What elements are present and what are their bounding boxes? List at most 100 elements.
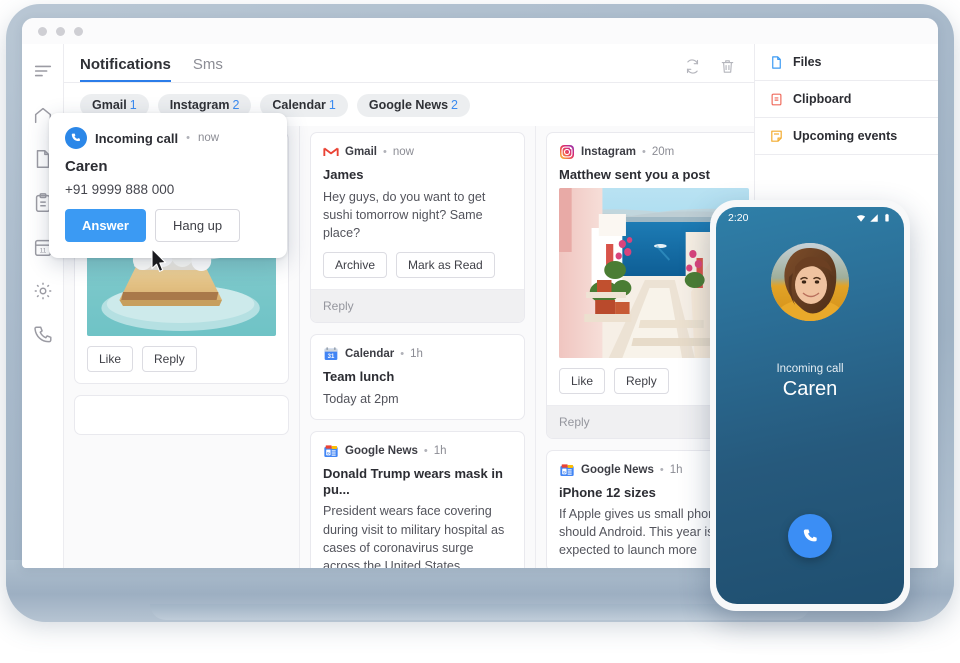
- notification-card[interactable]: 31 Calendar • 1h Team lunch Today at 2pm: [310, 334, 525, 420]
- call-kind-label: Incoming call: [95, 130, 179, 146]
- card-actions: Like Reply: [87, 345, 276, 372]
- reply-input[interactable]: Reply: [311, 289, 524, 323]
- mouse-cursor: [151, 248, 167, 272]
- card-title: Donald Trump wears mask in pu...: [323, 465, 503, 498]
- panel-item-files[interactable]: Files: [755, 44, 938, 81]
- chip-label: Instagram: [169, 98, 230, 113]
- card-title: Matthew sent you a post: [559, 167, 710, 183]
- status-time: 2:20: [728, 212, 749, 224]
- card-source: Instagram • 20m: [559, 144, 749, 160]
- notification-card-partial[interactable]: [74, 394, 289, 435]
- source-name: Gmail: [345, 146, 377, 159]
- incoming-call-popover: Incoming call • now Caren +91 9999 888 0…: [49, 113, 287, 258]
- svg-text:G: G: [563, 469, 566, 474]
- call-timestamp: now: [197, 132, 220, 144]
- separator-dot: •: [382, 146, 387, 159]
- instagram-icon: [559, 144, 575, 160]
- phone-call-kind: Incoming call: [776, 363, 844, 375]
- call-actions: Answer Hang up: [65, 209, 271, 242]
- tab-sms[interactable]: Sms: [193, 57, 223, 82]
- hangup-button[interactable]: Hang up: [154, 209, 241, 242]
- separator-dot: •: [423, 444, 428, 457]
- card-source: Gmail • now: [323, 144, 512, 160]
- card-body: President wears face covering during vis…: [323, 504, 505, 568]
- refresh-icon[interactable]: [684, 58, 701, 75]
- reply-button[interactable]: Reply: [614, 367, 669, 394]
- phone-answer-button[interactable]: [788, 514, 832, 558]
- tab-notifications[interactable]: Notifications: [80, 57, 171, 83]
- mark-as-read-button[interactable]: Mark as Read: [396, 252, 495, 279]
- signal-icon: [870, 214, 878, 222]
- source-name: Instagram: [581, 146, 636, 159]
- panel-item-label: Files: [793, 55, 822, 69]
- calendar-icon: 31: [323, 346, 339, 362]
- phone-caller-name: Caren: [782, 378, 838, 400]
- file-icon: [769, 55, 784, 70]
- chip-count: 1: [328, 98, 336, 113]
- card-source: G Google News • 1h: [323, 443, 512, 459]
- card-actions: Archive Mark as Read: [323, 252, 512, 279]
- chip-count: 2: [451, 98, 458, 113]
- trash-icon[interactable]: [719, 58, 736, 75]
- note-icon: [769, 129, 784, 144]
- timestamp: 1h: [669, 463, 683, 476]
- popover-header: Incoming call • now: [65, 127, 271, 149]
- svg-text:11: 11: [39, 248, 46, 255]
- separator-dot: •: [659, 463, 664, 476]
- like-button[interactable]: Like: [559, 367, 606, 394]
- tab-bar: Notifications Sms: [64, 44, 754, 84]
- separator-dot: •: [400, 348, 405, 361]
- chip-label: Gmail: [92, 98, 127, 113]
- panel-item-label: Upcoming events: [793, 129, 898, 143]
- card-title: Team lunch: [323, 369, 395, 385]
- like-button[interactable]: Like: [87, 345, 134, 372]
- panel-item-label: Clipboard: [793, 92, 852, 106]
- gear-icon[interactable]: [32, 280, 54, 302]
- card-body: Today at 2pm: [323, 391, 399, 406]
- chip-count: 2: [232, 98, 240, 113]
- gmail-icon: [323, 144, 339, 160]
- timestamp: 1h: [433, 444, 447, 457]
- googlenews-icon: G: [323, 443, 339, 459]
- avatar: [771, 243, 849, 321]
- notification-card[interactable]: G Google News • 1h Donald Trump wears ma…: [310, 430, 525, 568]
- phone-screen: 2:20 Incoming call Caren: [716, 207, 904, 604]
- source-name: Calendar: [345, 348, 395, 361]
- chip-count: 1: [129, 98, 137, 113]
- phone-icon: [803, 529, 817, 541]
- phone-mockup: 2:20 Incoming call Caren: [710, 200, 910, 611]
- separator-dot: •: [641, 146, 646, 159]
- separator-dot: •: [186, 132, 190, 144]
- timestamp: now: [392, 146, 414, 159]
- minimize-button[interactable]: [56, 26, 65, 36]
- card-title: James: [323, 167, 364, 183]
- svg-text:G: G: [327, 450, 330, 455]
- chip-label: Google News: [368, 98, 449, 113]
- maximize-button[interactable]: [74, 26, 83, 36]
- battery-icon: [885, 213, 889, 222]
- chip-google-news[interactable]: Google News 2: [356, 94, 470, 118]
- caller-name: Caren: [65, 158, 108, 175]
- caller-number: +91 9999 888 000: [65, 182, 175, 197]
- reply-button[interactable]: Reply: [142, 345, 197, 372]
- card-source: 31 Calendar • 1h: [323, 346, 512, 362]
- window-titlebar: [22, 18, 938, 44]
- close-button[interactable]: [38, 26, 47, 36]
- chip-label: Calendar: [272, 98, 326, 113]
- googlenews-icon: G: [559, 462, 575, 478]
- wifi-icon: [856, 215, 866, 222]
- clipboard-icon: [769, 92, 784, 107]
- timestamp: 20m: [651, 146, 675, 159]
- answer-button[interactable]: Answer: [65, 209, 146, 242]
- archive-button[interactable]: Archive: [323, 252, 388, 279]
- menu-icon[interactable]: [32, 60, 54, 82]
- panel-item-upcoming-events[interactable]: Upcoming events: [755, 118, 938, 155]
- phone-icon: [65, 127, 87, 149]
- timestamp: 1h: [410, 348, 423, 361]
- scene: 11 Notifications Sms Gmail 1 Instagram 2…: [0, 0, 960, 663]
- laptop-foot: [150, 604, 810, 620]
- notification-card[interactable]: Gmail • now James Hey guys, do you want …: [310, 132, 525, 324]
- svg-text:31: 31: [328, 354, 335, 360]
- phone-icon[interactable]: [32, 324, 54, 346]
- panel-item-clipboard[interactable]: Clipboard: [755, 81, 938, 118]
